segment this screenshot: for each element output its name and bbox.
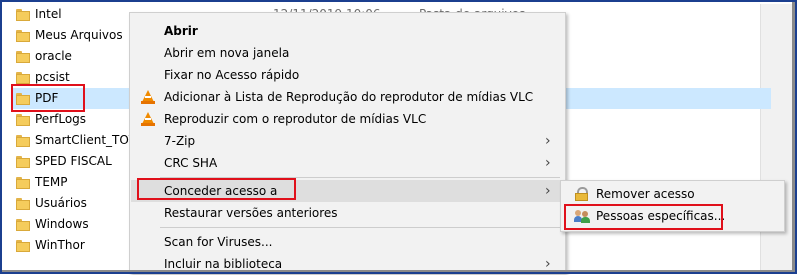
- folder-icon: [16, 219, 30, 231]
- folder-icon: [16, 30, 30, 42]
- folder-icon: [16, 135, 30, 147]
- menu-item-restaurar-versoes[interactable]: Restaurar versões anteriores: [131, 202, 564, 224]
- vlc-icon: [141, 90, 155, 104]
- file-name: SmartClient_TOTV: [35, 133, 145, 147]
- menu-item-label: Fixar no Acesso rápido: [164, 68, 300, 82]
- menu-item-label: Abrir: [164, 24, 198, 38]
- menu-item-abrir-nova-janela[interactable]: Abrir em nova janela: [131, 42, 564, 64]
- file-name: Usuários: [35, 196, 87, 210]
- menu-item-label: Restaurar versões anteriores: [164, 206, 338, 220]
- file-name: PerfLogs: [35, 112, 87, 126]
- file-name: Intel: [35, 7, 62, 21]
- pdf-highlight-box: [11, 84, 85, 112]
- conceder-highlight-box: [137, 178, 296, 200]
- submenu-item-label: Remover acesso: [596, 187, 695, 201]
- file-name: Meus Arquivos: [35, 28, 123, 42]
- folder-icon: [16, 156, 30, 168]
- pessoas-highlight-box: [564, 204, 723, 230]
- file-name: Windows: [35, 217, 89, 231]
- folder-icon: [16, 177, 30, 189]
- menu-item-label: Scan for Viruses...: [164, 235, 273, 249]
- menu-item-vlc-play[interactable]: Reproduzir com o reprodutor de mídias VL…: [131, 108, 564, 130]
- folder-icon: [16, 240, 30, 252]
- context-menu: Abrir Abrir em nova janela Fixar no Aces…: [129, 12, 566, 274]
- menu-item-fixar-acesso-rapido[interactable]: Fixar no Acesso rápido: [131, 64, 564, 86]
- chevron-right-icon: ›: [545, 133, 551, 149]
- file-name: pcsist: [35, 70, 70, 84]
- menu-item-label: Reproduzir com o reprodutor de mídias VL…: [164, 112, 427, 126]
- vlc-icon: [141, 112, 155, 126]
- window-shadow-bottom: [0, 270, 797, 274]
- menu-item-abrir[interactable]: Abrir: [131, 20, 564, 42]
- menu-item-scan-viruses[interactable]: Scan for Viruses...: [131, 231, 564, 253]
- menu-item-vlc-add-playlist[interactable]: Adicionar à Lista de Reprodução do repro…: [131, 86, 564, 108]
- menu-separator: [160, 227, 560, 228]
- menu-item-label: Adicionar à Lista de Reprodução do repro…: [164, 90, 534, 104]
- menu-item-crc-sha[interactable]: CRC SHA ›: [131, 152, 564, 174]
- file-name: SPED FISCAL: [35, 154, 112, 168]
- folder-icon: [16, 51, 30, 63]
- menu-item-label: 7-Zip: [164, 134, 196, 148]
- folder-icon: [16, 9, 30, 21]
- file-name: WinThor: [35, 238, 85, 252]
- submenu-item-remover-acesso[interactable]: Remover acesso: [562, 183, 783, 205]
- file-name: TEMP: [35, 175, 68, 189]
- window-shadow-right: [792, 0, 797, 274]
- menu-item-label: CRC SHA: [164, 156, 218, 170]
- folder-icon: [16, 72, 30, 84]
- menu-item-7zip[interactable]: 7-Zip ›: [131, 130, 564, 152]
- lock-icon: [575, 187, 588, 201]
- chevron-right-icon: ›: [545, 183, 551, 199]
- chevron-right-icon: ›: [545, 155, 551, 171]
- menu-item-label: Incluir na biblioteca: [164, 257, 283, 271]
- folder-icon: [16, 114, 30, 126]
- menu-item-label: Abrir em nova janela: [164, 46, 290, 60]
- folder-icon: [16, 198, 30, 210]
- file-name: oracle: [35, 49, 72, 63]
